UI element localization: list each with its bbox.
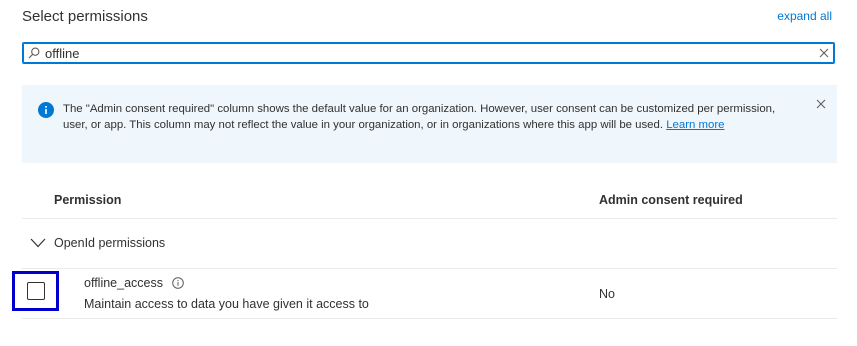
checkbox-focus-outline [12, 271, 59, 311]
info-tooltip-icon[interactable] [172, 277, 184, 289]
column-header-admin-consent: Admin consent required [599, 193, 743, 207]
permission-checkbox[interactable] [26, 282, 45, 300]
info-icon [38, 102, 54, 123]
search-icon [23, 47, 45, 59]
permission-name-cell: offline_access [84, 276, 184, 290]
clear-search-icon[interactable] [814, 48, 834, 58]
permission-name: offline_access [84, 276, 163, 290]
search-input[interactable] [45, 45, 814, 61]
panel-title: Select permissions [22, 8, 148, 25]
header-divider [22, 218, 837, 219]
learn-more-link[interactable]: Learn more [666, 119, 724, 131]
group-label: OpenId permissions [54, 236, 166, 250]
group-divider [22, 268, 837, 269]
admin-consent-value: No [599, 287, 615, 301]
info-banner-message: The "Admin consent required" column show… [63, 102, 798, 133]
chevron-down-icon [30, 238, 46, 248]
close-banner-icon[interactable] [816, 96, 826, 114]
permission-description: Maintain access to data you have given i… [84, 297, 369, 311]
group-toggle-openid[interactable]: OpenId permissions [30, 236, 165, 250]
row-divider [22, 318, 837, 319]
column-header-permission: Permission [54, 193, 122, 207]
info-banner: The "Admin consent required" column show… [22, 85, 837, 163]
expand-all-link[interactable]: expand all [777, 9, 832, 23]
search-box[interactable] [22, 42, 835, 64]
